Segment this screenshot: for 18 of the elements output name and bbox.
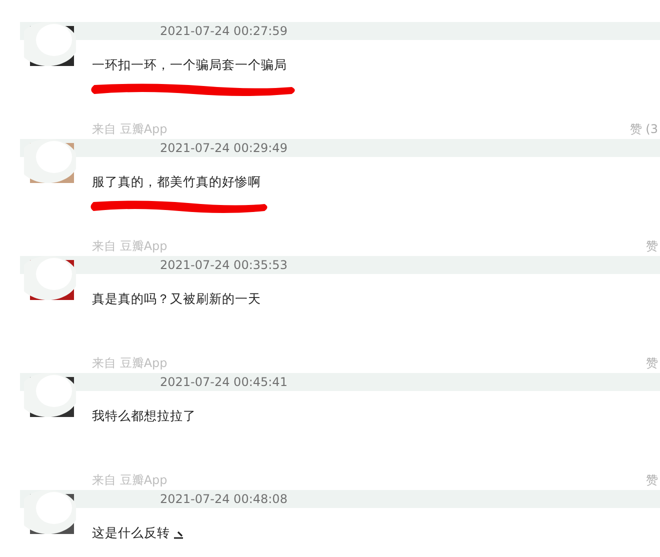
like-button[interactable]: 赞 (646, 472, 658, 488)
source-label: 来自 豆瓣App (92, 238, 168, 254)
comment-time: 2021-07-24 00:29:49 (160, 141, 288, 155)
comment-text: 服了真的，都美竹真的好惨啊 (92, 174, 262, 191)
comment-text: 我特么都想拉拉了 (92, 408, 197, 425)
comment-text: 真是真的吗？又被刷新的一天 (92, 291, 262, 308)
source-label: 来自 豆瓣App (92, 472, 168, 488)
comment-time: 2021-07-24 00:35:53 (160, 258, 288, 272)
source-label: 来自 豆瓣App (92, 354, 168, 372)
comment-time: 2021-07-24 00:27:59 (160, 24, 288, 38)
comment-time: 2021-07-24 00:48:08 (160, 492, 288, 506)
source-label: 来自 豆瓣App (92, 120, 168, 138)
like-button[interactable]: 赞 (646, 354, 658, 372)
comment-text: 这是什么反转 (92, 525, 660, 542)
like-button[interactable]: 赞 (3 (630, 120, 658, 138)
comment-text: 一环扣一环，一个骗局套一个骗局 (92, 57, 288, 74)
like-button[interactable]: 赞 (646, 238, 658, 254)
comment-time: 2021-07-24 00:45:41 (160, 375, 288, 389)
